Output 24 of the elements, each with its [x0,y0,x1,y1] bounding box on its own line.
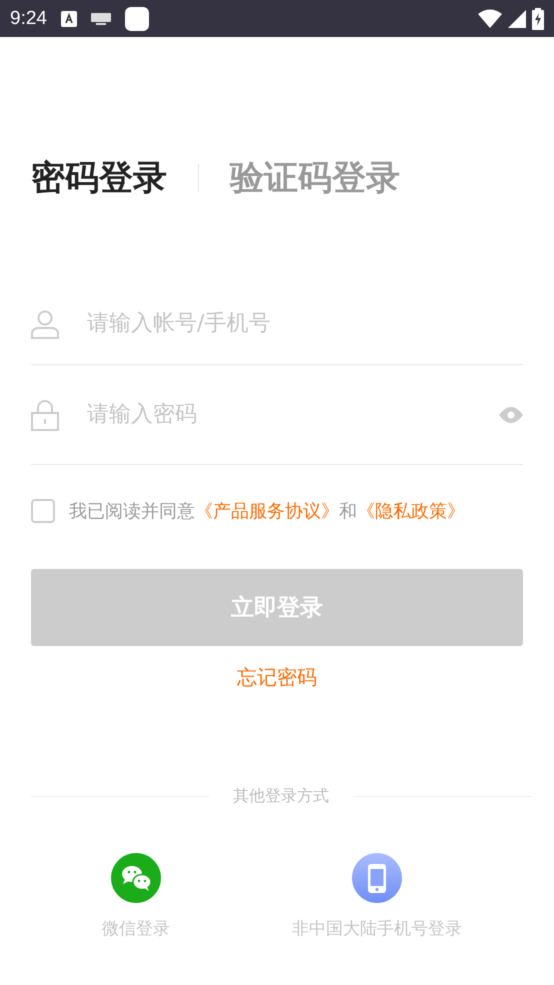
battery-icon [532,8,544,30]
forgot-password-link[interactable]: 忘记密码 [237,664,317,691]
tab[interactable]: 验证码登录 [230,155,400,201]
phone-icon [352,853,402,903]
login-method-button[interactable]: 微信登录 [102,853,170,940]
square-icon [124,6,149,30]
policy-link[interactable]: 《产品服务协议》 [195,501,339,522]
eye-icon[interactable] [499,406,523,422]
signal-icon [508,10,526,28]
password-field[interactable]: 请输入密码 [85,401,499,428]
chat-bubbles-icon [111,853,161,903]
agreement-text: 我已阅读并同意《产品服务协议》和《隐私政策》 [69,500,465,523]
lock-icon [31,398,59,430]
person-icon [31,308,59,338]
keyboard-a-icon [60,10,77,26]
keyboard-icon [90,12,111,24]
section-title: 其他登录方式 [233,786,329,807]
account-field[interactable]: 请输入帐号/手机号 [85,310,523,337]
policy-link[interactable]: 《隐私政策》 [357,501,465,522]
status-time: 9:24 [10,8,47,30]
agreement-checkbox[interactable] [31,499,55,523]
wifi-icon [478,9,502,28]
login-method-button[interactable]: 非中国大陆手机号登录 [292,853,462,940]
tab[interactable]: 密码登录 [31,155,167,201]
